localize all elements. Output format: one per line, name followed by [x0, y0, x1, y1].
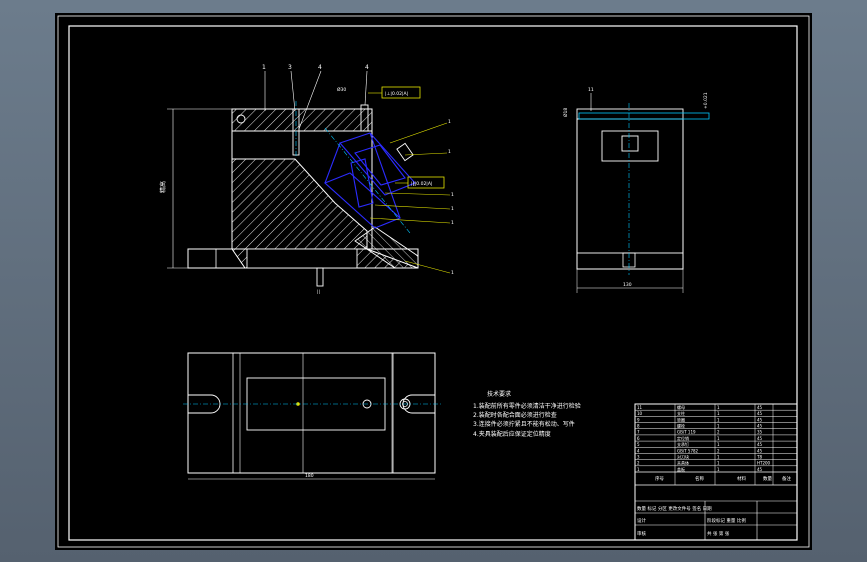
bom-header-1: 名称 — [695, 475, 704, 482]
bom-cell: 5 — [637, 442, 640, 447]
bom-cell: 定位销 — [677, 435, 689, 441]
top-view-outline — [187, 352, 436, 474]
bom-cell: 45 — [757, 442, 763, 447]
bom-cell: 2 — [637, 461, 640, 466]
technical-notes: 技术要求 1.装配前所有零件必须清洁干净进行检验 2.装配时各配合面必须进行检查… — [473, 390, 581, 438]
notes-line-1: 1.装配前所有零件必须清洁干净进行检验 — [473, 402, 581, 410]
bom-cell: 8 — [637, 424, 640, 429]
bom-cell: 6 — [637, 436, 640, 441]
front-balloon-3: 4 — [318, 64, 322, 71]
dim-height-text: 精高 — [159, 181, 167, 193]
bom-cell: 4 — [637, 448, 640, 453]
bom-cell: 1 — [637, 467, 640, 472]
front-dim-top: Ø30 — [337, 86, 346, 93]
bom-cell: 11 — [637, 405, 643, 410]
bom-cell: 1 — [717, 424, 720, 429]
bom-cell: 对刀块 — [677, 453, 689, 459]
drawing-outer-frame — [57, 15, 810, 548]
bom-cell: 1 — [717, 417, 720, 422]
bottom-screw — [316, 267, 324, 287]
title-block: 11 螺母 1 4510 支柱 1 459 垫圈 1 458 螺栓 1 457 GB/T 119 2 356 定… — [634, 403, 798, 541]
notes-line-3: 3.连接件必须拧紧且不能有松动、写件 — [473, 420, 575, 428]
front-balloon-2: 3 — [288, 64, 292, 71]
bom-cell: T8 — [756, 454, 762, 459]
title-footer-left: 数量 标记 分区 更改文件号 签名 日期 — [637, 505, 712, 512]
front-right-balloon-4: 1 — [451, 206, 454, 212]
front-balloon-4: 4 — [365, 64, 369, 71]
bom-cell: 垫圈 — [677, 416, 685, 422]
front-bottom-dim: || — [317, 289, 320, 295]
side-view-shaft — [578, 112, 710, 120]
bom-cell: 7 — [637, 430, 640, 435]
front-right-balloon-3: 1 — [451, 192, 454, 198]
bom-header-2: 材料 — [737, 475, 746, 482]
bom-cell: 3 — [637, 454, 640, 459]
side-view: 130 11 Ø18 +0.021 — [562, 87, 710, 293]
bom-cell: 2 — [717, 448, 720, 453]
front-right-balloon-2: 1 — [448, 149, 451, 155]
top-view-body — [232, 352, 394, 474]
title-design: 设计 — [637, 517, 646, 524]
bom-header-0: 序号 — [655, 475, 664, 482]
bom-cell: 9 — [637, 417, 640, 422]
bom-cell: 45 — [757, 467, 763, 472]
bom-header-3: 数量 — [763, 475, 772, 482]
bom-cell: 1 — [717, 405, 720, 410]
front-view-bottom-groove — [246, 248, 358, 269]
bom-cell: 盖板 — [677, 466, 685, 472]
bom-cell: 1 — [717, 411, 720, 416]
bom-cell: 45 — [757, 411, 763, 416]
notes-line-2: 2.装配时各配合面必须进行检查 — [473, 411, 557, 419]
notes-line-4: 4.夹具装配后应保证定位精度 — [473, 430, 551, 438]
front-right-balloon-1: 1 — [448, 119, 451, 125]
bom-cell: 夹具体 — [677, 460, 689, 466]
bom-cell: 支柱 — [677, 410, 685, 416]
bom-cell: 45 — [757, 417, 763, 422]
title-footer-right: 共 张 第 张 — [707, 530, 730, 537]
cad-viewport[interactable]: 精高 1 3 4 4 Ø30 |⊥|0.02|A| |∥|0.02|A| 1 1… — [55, 13, 812, 550]
bom-cell: 10 — [637, 411, 643, 416]
front-right-balloon-6: 1 — [451, 270, 454, 276]
side-view-body — [576, 118, 684, 270]
title-check: 审核 — [637, 530, 646, 537]
side-view-top-plate — [576, 108, 684, 120]
side-width-dim: 130 — [623, 282, 632, 288]
tolerance-text-mid: |∥|0.02|A| — [411, 181, 432, 187]
bom-cell: 1 — [717, 436, 720, 441]
bom-cell: 1 — [717, 454, 720, 459]
side-dim-left: Ø18 — [562, 108, 569, 117]
bom-cell: 1 — [717, 461, 720, 466]
bom-header-4: 备注 — [782, 475, 791, 482]
bom-cell: 45 — [757, 405, 763, 410]
bom-cell: 45 — [757, 436, 763, 441]
bom-cell: GB/T 119 — [677, 430, 696, 435]
tolerance-text-top: |⊥|0.02|A| — [385, 91, 408, 97]
bom-cell: 支承钉 — [677, 441, 689, 447]
side-screw — [396, 142, 414, 162]
front-view: 精高 1 3 4 4 Ø30 |⊥|0.02|A| |∥|0.02|A| 1 1… — [159, 64, 454, 295]
front-right-balloon-5: 1 — [451, 220, 454, 226]
bom-cell: 1 — [717, 442, 720, 447]
bom-cell: 35 — [757, 430, 763, 435]
bom-cell: 2 — [717, 430, 720, 435]
bom-cell: 螺栓 — [677, 423, 685, 429]
front-view-cover-plate — [231, 108, 373, 132]
side-balloon: 11 — [588, 87, 594, 93]
notes-title: 技术要求 — [487, 390, 511, 398]
bom-cell: 螺母 — [677, 404, 685, 410]
bom-cell: 45 — [757, 448, 763, 453]
title-footer-mid: 阶段标记 重量 比例 — [707, 517, 746, 524]
top-width-dim: 180 — [305, 473, 314, 479]
side-view-slot-inner — [621, 135, 639, 152]
top-view: 180 — [183, 352, 441, 480]
side-view-slot — [601, 130, 659, 162]
bom-cell: 1 — [717, 467, 720, 472]
front-view-base-left-step — [187, 248, 217, 269]
front-balloon-1: 1 — [262, 64, 266, 71]
bom-cell: 45 — [757, 424, 763, 429]
engineering-drawing: 精高 1 3 4 4 Ø30 |⊥|0.02|A| |∥|0.02|A| 1 1… — [57, 15, 810, 548]
side-dim-right: +0.021 — [703, 92, 709, 109]
bom-cell: GB/T 5782 — [677, 448, 699, 453]
bom-cell: HT200 — [757, 461, 771, 466]
